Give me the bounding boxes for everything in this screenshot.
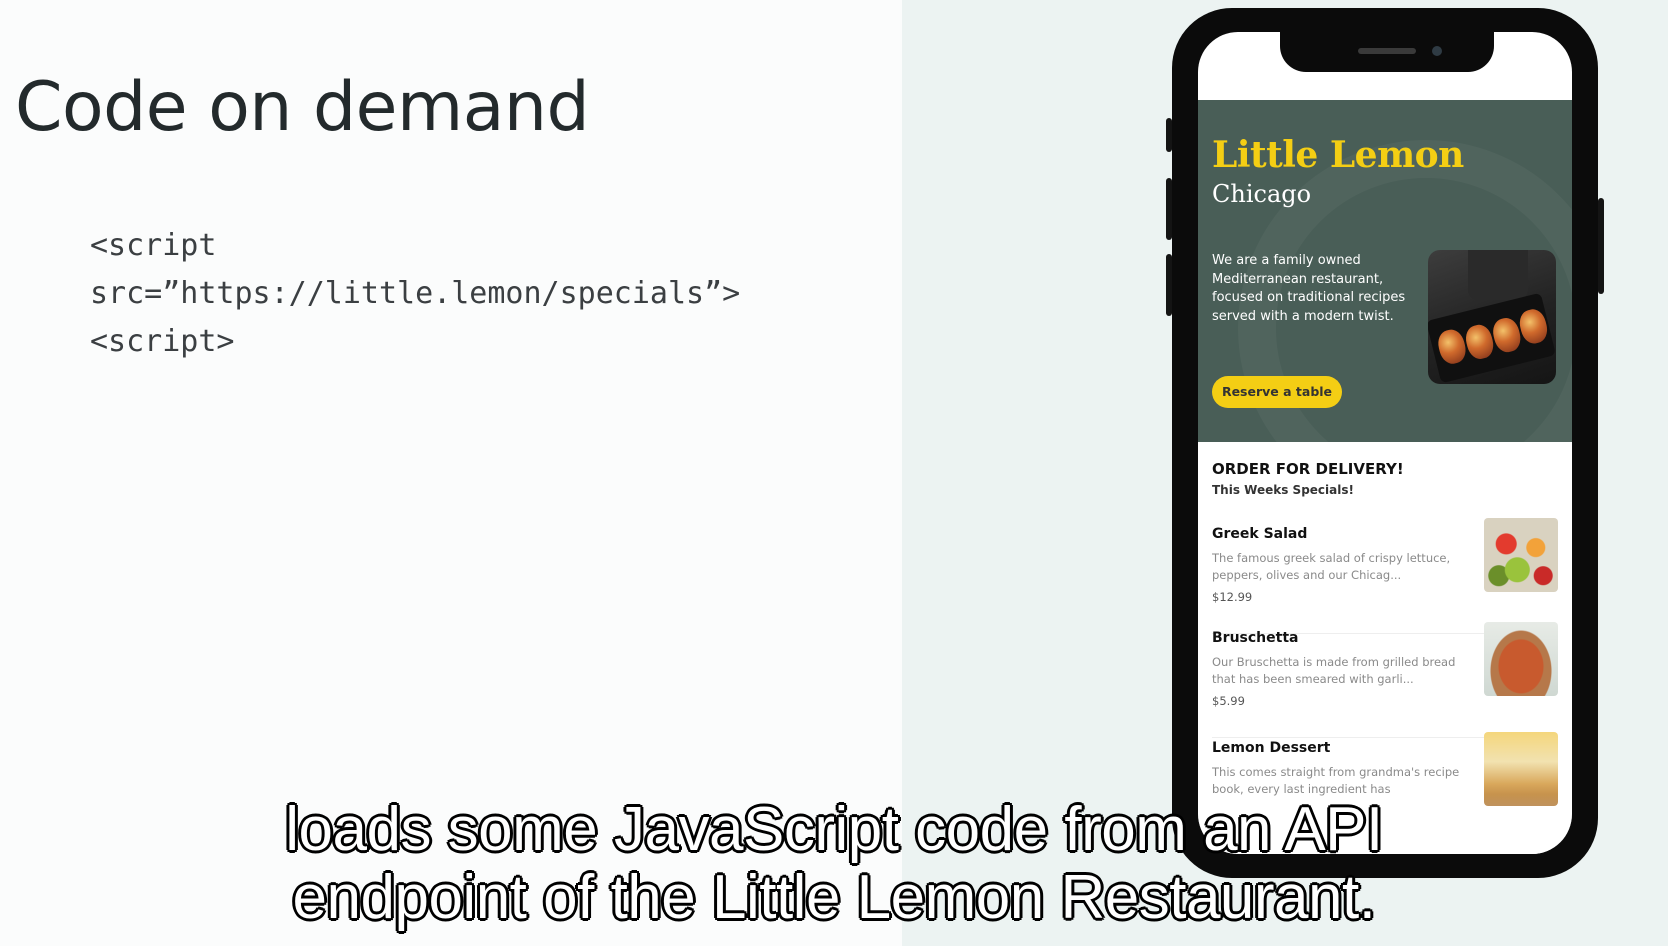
- menu-item-greek-salad[interactable]: Greek Salad The famous greek salad of cr…: [1198, 518, 1572, 634]
- hero-food-image: [1428, 250, 1556, 384]
- phone-volume-down-button: [1166, 254, 1172, 316]
- phone-notch: [1280, 32, 1494, 72]
- reserve-table-button[interactable]: Reserve a table: [1212, 376, 1342, 408]
- bruschetta-image: [1484, 622, 1558, 696]
- food-piece: [1490, 315, 1524, 355]
- caption-line: loads some JavaScript code from an API: [285, 795, 1383, 864]
- code-line: <script>: [90, 324, 235, 359]
- code-line: <script: [90, 228, 217, 263]
- phone-screen: Little Lemon Chicago We are a family own…: [1198, 32, 1572, 854]
- delivery-subheading: This Weeks Specials!: [1212, 483, 1354, 497]
- code-block: <script src=”https://little.lemon/specia…: [90, 222, 740, 366]
- greek-salad-image: [1484, 518, 1558, 592]
- caption-line: endpoint of the Little Lemon Restaurant.: [292, 863, 1376, 932]
- menu-item-name: Greek Salad: [1212, 526, 1308, 542]
- menu-item-price: $12.99: [1212, 590, 1253, 604]
- slide-title: Code on demand: [15, 68, 590, 147]
- brand-description: We are a family owned Mediterranean rest…: [1212, 253, 1406, 324]
- food-piece: [1435, 327, 1469, 367]
- phone-volume-up-button: [1166, 178, 1172, 240]
- menu-item-name: Lemon Dessert: [1212, 740, 1331, 756]
- food-piece: [1462, 322, 1497, 362]
- brand-title: Little Lemon: [1212, 134, 1464, 176]
- phone-power-button: [1598, 198, 1604, 294]
- menu-item-price: $5.99: [1212, 694, 1245, 708]
- phone-mockup: Little Lemon Chicago We are a family own…: [1166, 8, 1604, 878]
- hero-banner: Little Lemon Chicago We are a family own…: [1198, 100, 1572, 442]
- speaker-icon: [1358, 48, 1416, 54]
- delivery-heading: ORDER FOR DELIVERY!: [1212, 460, 1404, 478]
- food-piece: [1516, 306, 1551, 347]
- menu-item-description: Our Bruschetta is made from grilled brea…: [1212, 655, 1456, 686]
- brand-city: Chicago: [1212, 180, 1312, 208]
- menu-item-description: The famous greek salad of crispy lettuce…: [1212, 551, 1451, 582]
- video-caption: loads some JavaScript code from an API e…: [0, 796, 1668, 932]
- serving-tray-shape: [1428, 292, 1556, 384]
- camera-icon: [1432, 46, 1442, 56]
- menu-item-bruschetta[interactable]: Bruschetta Our Bruschetta is made from g…: [1198, 622, 1572, 738]
- menu-item-name: Bruschetta: [1212, 630, 1299, 646]
- code-line: src=”https://little.lemon/specials”>: [90, 276, 741, 311]
- menu-item-description: This comes straight from grandma's recip…: [1212, 765, 1460, 796]
- phone-side-button: [1166, 118, 1172, 152]
- chef-apron-shape: [1468, 250, 1528, 300]
